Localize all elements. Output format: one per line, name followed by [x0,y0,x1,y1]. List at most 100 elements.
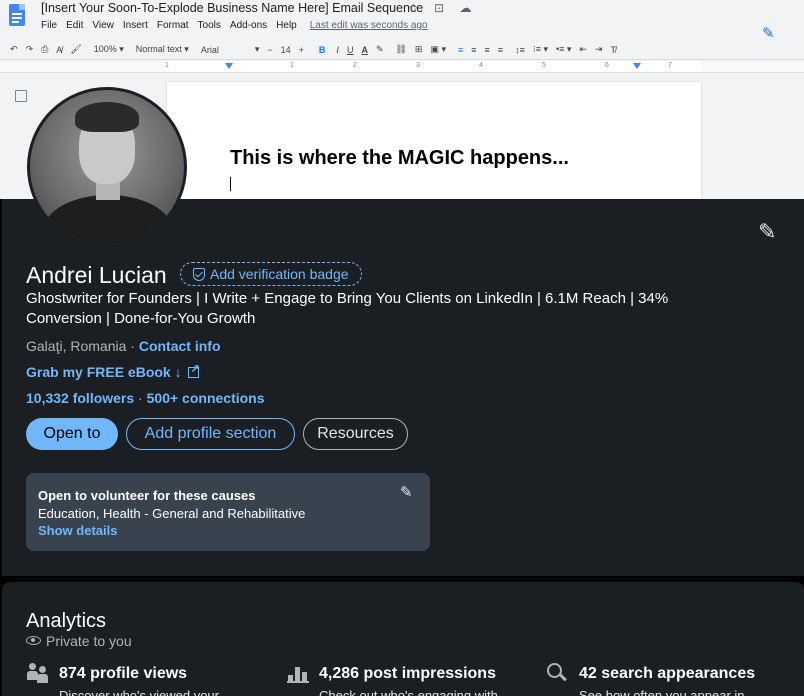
metric-label[interactable]: 42 search appearances [579,665,755,683]
ebook-link[interactable]: Grab my FREE eBook ↓ [26,362,200,380]
font-size-increase-button[interactable]: + [299,45,304,55]
metric-description: See how often you appear in [579,688,745,696]
profile-name: Andrei Lucian [26,262,167,288]
increase-indent-icon[interactable]: ⇥ [595,44,603,55]
metric-label[interactable]: 874 profile views [59,665,187,683]
profile-photo-avatar[interactable] [27,87,187,247]
ruler-mark: 5 [542,62,546,69]
align-right-icon[interactable]: ≡ [485,45,490,55]
justify-icon[interactable]: ≡ [498,45,503,55]
avatar-body [44,195,172,244]
font-size-decrease-button[interactable]: − [267,45,272,55]
avatar-hair [75,102,139,132]
eye-icon [26,636,41,645]
stats-separator: · [134,390,147,406]
clear-formatting-icon[interactable]: T̸ [610,45,616,55]
menu-view[interactable]: View [92,20,114,31]
connections-link[interactable]: 500+ connections [147,390,265,406]
bulleted-list-icon[interactable]: •≡ ▾ [556,44,571,55]
analytics-title: Analytics [26,610,107,632]
font-size-input[interactable]: 14 [281,45,291,55]
shield-check-icon [193,267,205,281]
document-title[interactable]: [Insert Your Soon-To-Explode Business Na… [41,1,423,15]
document-heading[interactable]: This is where the MAGIC happens... [230,147,569,170]
profile-headline: Ghostwriter for Founders | I Write + Eng… [26,290,669,327]
analytics-privacy: Private to you [26,633,132,649]
open-to-button[interactable]: Open to [26,418,118,450]
edit-volunteer-pencil-icon[interactable]: ✎ [400,483,413,501]
style-select[interactable]: Normal text ▾ [136,44,189,55]
ruler-mark: 4 [479,62,483,69]
bold-button[interactable]: B [315,44,329,55]
followers-link[interactable]: 10,332 followers [26,390,134,406]
align-center-icon[interactable]: ≡ [471,45,476,55]
zoom-select[interactable]: 100% ▾ [94,44,124,55]
document-page[interactable] [167,82,701,199]
search-icon [547,663,567,683]
menu-help[interactable]: Help [276,20,297,31]
location-separator: · [126,338,139,354]
menu-edit[interactable]: Edit [66,20,83,31]
volunteer-causes-card: Open to volunteer for these causes Educa… [26,473,430,551]
left-indent-marker-icon[interactable] [225,63,233,69]
docs-toolbar: ↶ ↷ ⎙ A̸ 🖌 100% ▾ Normal text ▾ Arial ▾ … [0,40,804,60]
align-left-icon[interactable]: ≡ [458,45,463,55]
document-outline-icon[interactable] [15,90,27,102]
underline-button[interactable]: U [347,45,354,55]
volunteer-title: Open to volunteer for these causes [38,488,256,503]
ruler-mark: 6 [605,62,609,69]
metric-label[interactable]: 4,286 post impressions [319,665,496,683]
ruler-mark: 1 [290,62,294,69]
verify-label: Add verification badge [210,266,349,282]
ruler-mark: 3 [416,62,420,69]
external-link-icon [187,362,200,378]
font-select-caret-icon[interactable]: ▾ [255,44,260,55]
privacy-label: Private to you [46,633,132,649]
font-select[interactable]: Arial [201,45,219,55]
comment-icon[interactable]: ⊞ [415,44,423,55]
redo-icon[interactable]: ↷ [26,44,34,55]
print-icon[interactable]: ⎙ [41,44,48,55]
metric-description: Check out who's engaging with [319,688,498,696]
text-color-button[interactable]: A [361,45,368,55]
add-verification-badge-button[interactable]: Add verification badge [180,262,362,286]
bar-chart-icon [287,665,309,683]
resources-button[interactable]: Resources [303,418,408,450]
spellcheck-icon[interactable]: A̸ [56,45,62,55]
show-details-link[interactable]: Show details [38,523,117,538]
line-spacing-icon[interactable]: ↕≡ [515,45,525,55]
text-cursor [230,177,231,191]
menu-insert[interactable]: Insert [123,20,148,31]
menu-addons[interactable]: Add-ons [230,20,267,31]
profile-location: Galaţi, Romania · Contact info [26,338,221,354]
star-move-cloud-icons[interactable]: ☆ ⊡ ☁ [408,1,477,15]
italic-button[interactable]: I [336,45,339,55]
right-indent-marker-icon[interactable] [633,63,641,69]
menu-tools[interactable]: Tools [198,20,221,31]
ruler-mark: 7 [668,62,672,69]
edit-intro-pencil-icon[interactable]: ✎ [758,219,776,245]
people-icon [27,663,49,683]
google-docs-logo-icon[interactable] [9,4,25,26]
profile-stats: 10,332 followers · 500+ connections [26,390,265,406]
undo-icon[interactable]: ↶ [10,44,18,55]
volunteer-causes: Education, Health - General and Rehabili… [38,506,306,521]
ruler-body [166,61,701,72]
insert-image-icon[interactable]: ▣ ▾ [430,44,446,55]
ruler-mark: 2 [353,62,357,69]
add-profile-section-button[interactable]: Add profile section [126,418,295,450]
last-edit-link[interactable]: Last edit was seconds ago [310,20,428,31]
menu-file[interactable]: File [41,20,57,31]
paint-format-icon[interactable]: 🖌 [70,44,81,55]
metric-description: Discover who's viewed your [59,688,219,696]
contact-info-link[interactable]: Contact info [139,338,221,354]
link-icon[interactable]: ⛓ [395,44,406,55]
highlight-icon[interactable]: ✎ [376,44,384,55]
numbered-list-icon[interactable]: ⁝≡ ▾ [533,44,548,55]
ruler-mark: 1 [165,62,169,69]
docs-menu-bar: File Edit View Insert Format Tools Add-o… [41,20,437,31]
menu-format[interactable]: Format [157,20,189,31]
ebook-link-label[interactable]: Grab my FREE eBook ↓ [26,364,182,380]
ruler[interactable]: 1 1 2 3 4 5 6 7 [0,61,804,73]
decrease-indent-icon[interactable]: ⇤ [579,44,587,55]
